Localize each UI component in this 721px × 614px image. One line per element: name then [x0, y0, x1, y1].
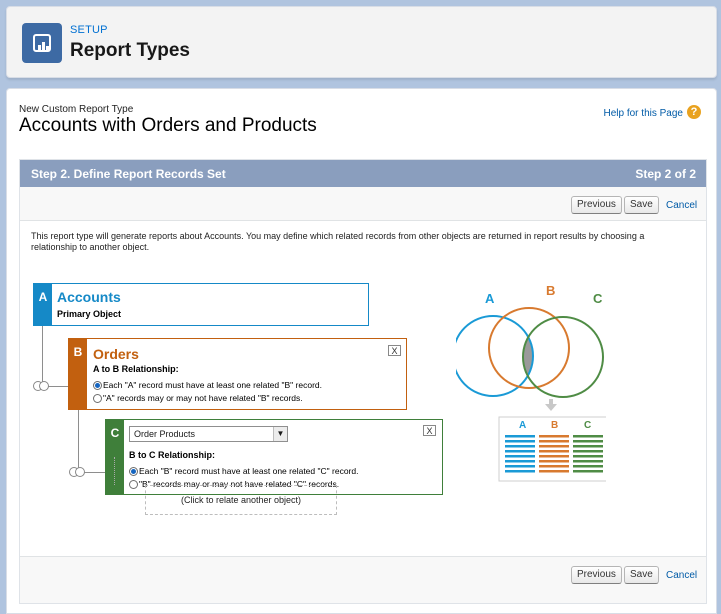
- table-row-stripe: [539, 460, 569, 463]
- help-link[interactable]: Help for this Page: [604, 108, 684, 119]
- object-a-name: Accounts: [57, 289, 121, 305]
- table-row-stripe: [539, 465, 569, 468]
- table-col-b: B: [551, 420, 558, 431]
- report-type-name: Accounts with Orders and Products: [19, 115, 317, 136]
- remove-object-b-button[interactable]: X: [388, 345, 401, 356]
- radio-unselected[interactable]: [129, 480, 138, 489]
- object-c-letter: C: [106, 420, 124, 494]
- table-row-stripe: [539, 455, 569, 458]
- table-row-stripe: [505, 435, 535, 438]
- relate-another-object[interactable]: (Click to relate another object): [145, 485, 337, 515]
- step-description: This report type will generate reports a…: [31, 231, 645, 252]
- table-row-stripe: [573, 445, 603, 448]
- breadcrumb: New Custom Report Type: [19, 104, 134, 115]
- venn-label-a: A: [485, 291, 495, 306]
- report-chart-icon: [22, 23, 62, 63]
- divider: [20, 556, 706, 557]
- save-button-bottom[interactable]: Save: [624, 566, 659, 584]
- object-a-letter: A: [34, 284, 52, 325]
- step-title: Step 2. Define Report Records Set: [31, 167, 226, 181]
- table-row-stripe: [539, 440, 569, 443]
- venn-label-b: B: [546, 283, 555, 298]
- table-col-a: A: [519, 420, 526, 431]
- object-b-letter: B: [69, 339, 87, 409]
- step-panel: Step 2. Define Report Records Set Step 2…: [19, 159, 707, 604]
- table-row-stripe: [505, 445, 535, 448]
- venn-diagram: A B C A B C: [456, 283, 606, 482]
- table-row-stripe: [539, 470, 569, 473]
- radio-selected[interactable]: [93, 381, 102, 390]
- radio-unselected[interactable]: [93, 394, 102, 403]
- remove-object-c-button[interactable]: X: [423, 425, 436, 436]
- previous-button-bottom[interactable]: Previous: [571, 566, 622, 584]
- table-row-stripe: [505, 440, 535, 443]
- bc-relationship-label: B to C Relationship:: [129, 450, 215, 460]
- table-row-stripe: [539, 445, 569, 448]
- setup-label: SETUP: [70, 24, 108, 36]
- previous-button-top[interactable]: Previous: [571, 196, 622, 214]
- object-c-box: C Order Products ▼ X B to C Relationship…: [105, 419, 443, 495]
- page-header: SETUP Report Types: [6, 6, 717, 78]
- table-row-stripe: [573, 440, 603, 443]
- table-row-stripe: [573, 470, 603, 473]
- table-row-stripe: [505, 465, 535, 468]
- object-a-subtitle: Primary Object: [57, 309, 122, 319]
- table-row-stripe: [505, 455, 535, 458]
- table-row-stripe: [539, 435, 569, 438]
- page-title: Report Types: [70, 40, 191, 61]
- table-row-stripe: [573, 460, 603, 463]
- relationship-content: This report type will generate reports a…: [20, 221, 706, 556]
- venn-circle-c: [522, 316, 604, 398]
- bc-option-required[interactable]: Each "B" record must have at least one r…: [129, 466, 358, 476]
- radio-selected[interactable]: [129, 467, 138, 476]
- link-icon: [33, 381, 51, 393]
- save-button-top[interactable]: Save: [624, 196, 659, 214]
- ab-option-required[interactable]: Each "A" record must have at least one r…: [93, 380, 322, 390]
- help-icon[interactable]: ?: [687, 105, 701, 119]
- chevron-down-icon[interactable]: ▼: [273, 427, 287, 441]
- step-header: Step 2. Define Report Records Set Step 2…: [20, 160, 706, 187]
- table-row-stripe: [505, 470, 535, 473]
- object-c-select[interactable]: Order Products ▼: [129, 426, 288, 442]
- connector-line: [114, 457, 115, 485]
- ab-relationship-label: A to B Relationship:: [93, 364, 179, 374]
- table-row-stripe: [505, 450, 535, 453]
- cancel-link-bottom[interactable]: Cancel: [666, 570, 697, 581]
- table-row-stripe: [573, 450, 603, 453]
- step-counter: Step 2 of 2: [635, 167, 696, 181]
- table-row-stripe: [573, 455, 603, 458]
- venn-label-c: C: [593, 291, 603, 306]
- link-icon: [69, 467, 87, 479]
- table-row-stripe: [573, 435, 603, 438]
- table-row-stripe: [539, 450, 569, 453]
- ab-option-optional[interactable]: "A" records may or may not have related …: [93, 393, 303, 403]
- connector-line: [78, 410, 79, 472]
- down-arrow-icon: [545, 404, 557, 411]
- table-row-stripe: [505, 460, 535, 463]
- table-row-stripe: [573, 465, 603, 468]
- cancel-link-top[interactable]: Cancel: [666, 200, 697, 211]
- object-b-name: Orders: [93, 346, 139, 362]
- object-a-box: A Accounts Primary Object: [33, 283, 369, 326]
- main-panel: New Custom Report Type Accounts with Ord…: [6, 88, 717, 614]
- connector-line: [42, 326, 43, 386]
- table-col-c: C: [584, 420, 591, 431]
- object-b-box: B Orders X A to B Relationship: Each "A"…: [68, 338, 407, 410]
